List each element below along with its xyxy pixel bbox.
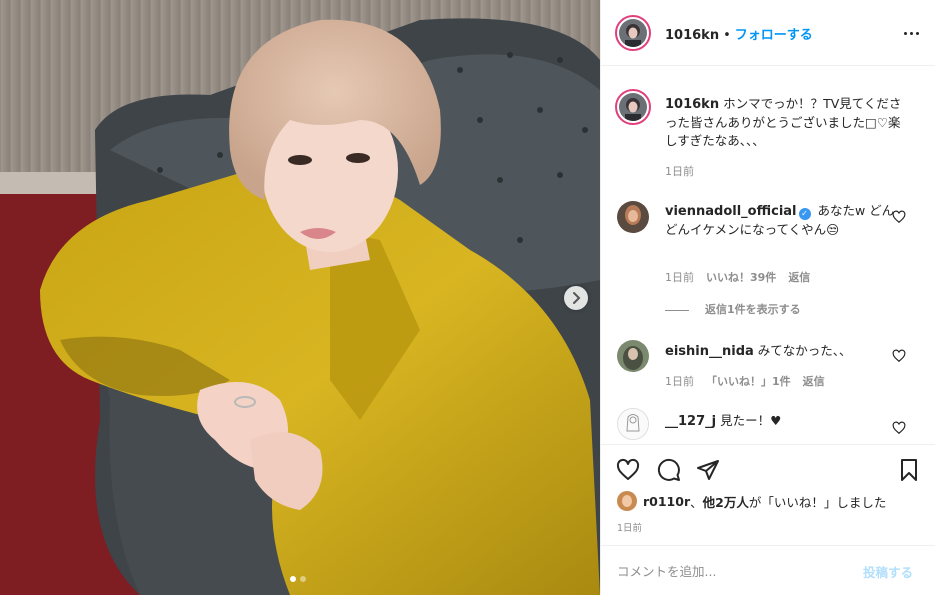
- comment-body: __127_j 見たー！♥: [665, 412, 905, 431]
- view-replies-button[interactable]: 返信1件を表示する: [665, 301, 801, 317]
- more-dot: [910, 32, 913, 35]
- caption-username[interactable]: 1016kn: [665, 97, 719, 112]
- comment-username[interactable]: viennadoll_official: [665, 204, 797, 219]
- likes-suffix: が「いいね！」しました: [748, 494, 887, 510]
- view-replies-label: 返信1件を表示する: [705, 303, 801, 316]
- comment-like-button[interactable]: [892, 420, 906, 435]
- comment-body: eishin__nida みてなかった、、: [665, 342, 905, 361]
- comment-avatar[interactable]: [617, 408, 649, 440]
- paper-plane-icon: [697, 460, 719, 480]
- commenter-avatar-image: [617, 201, 649, 233]
- carousel-dot-active: [290, 576, 296, 582]
- carousel-indicator: [290, 576, 306, 582]
- comment-item: __127_j 見たー！♥: [601, 408, 935, 444]
- author-avatar[interactable]: [615, 15, 651, 51]
- more-options-button[interactable]: [901, 25, 923, 41]
- post-photo[interactable]: [0, 0, 600, 595]
- replies-divider: [665, 309, 689, 311]
- commenter-avatar-image: [618, 409, 648, 439]
- heart-icon: [616, 458, 640, 480]
- comment-like-button[interactable]: [892, 209, 906, 224]
- author-avatar-image: [619, 19, 647, 47]
- heart-outline-icon: [892, 210, 906, 224]
- post-header: 1016kn • フォローする: [601, 0, 935, 66]
- post-image: [0, 0, 600, 595]
- add-comment-bar: 投稿する: [601, 545, 935, 596]
- save-button[interactable]: [897, 458, 921, 482]
- comment-likes[interactable]: 「いいね！」1件: [706, 375, 791, 388]
- like-button[interactable]: [616, 458, 640, 482]
- bookmark-icon: [901, 459, 917, 481]
- comment-bubble-icon: [657, 458, 680, 481]
- post-side-panel: 1016kn • フォローする 1016kn ホンマでっか！？TV見てくださった…: [600, 0, 935, 595]
- likes-others[interactable]: 他2万人: [703, 492, 749, 511]
- comment-time: 1日前: [665, 375, 694, 388]
- caption-avatar[interactable]: [615, 89, 651, 125]
- comment-like-button[interactable]: [892, 348, 906, 363]
- comment-avatar[interactable]: [617, 201, 649, 233]
- liker-avatar[interactable]: [617, 491, 637, 511]
- comment-text: みてなかった、、: [757, 343, 852, 358]
- more-dot: [916, 32, 919, 35]
- comment-username[interactable]: eishin__nida: [665, 344, 754, 359]
- liker-avatar-image: [617, 491, 637, 511]
- verified-badge-icon: ✓: [798, 208, 811, 220]
- share-button[interactable]: [696, 458, 720, 482]
- carousel-dot: [300, 576, 306, 582]
- post-actions: r0110r、他2万人が「いいね！」しました 1日前 投稿する: [601, 444, 935, 595]
- likes-connector: 、: [690, 494, 703, 510]
- post-comment-button[interactable]: 投稿する: [863, 562, 913, 581]
- caption-time: 1日前: [665, 165, 694, 178]
- comment-item: viennadoll_official ✓ あなたw どんどんイケメンになってくや…: [601, 196, 935, 296]
- comment-reply-button[interactable]: 返信: [803, 375, 825, 388]
- caption: 1016kn ホンマでっか！？TV見てくださった皆さんありがとうございました□♡…: [601, 66, 935, 178]
- likes-summary: r0110r、他2万人 が「いいね！」しました: [617, 491, 886, 511]
- comment-text: 見たー！♥: [720, 413, 782, 428]
- chevron-right-icon: [573, 292, 581, 304]
- comments-list[interactable]: 1016kn ホンマでっか！？TV見てくださった皆さんありがとうございました□♡…: [601, 66, 935, 444]
- comment-input[interactable]: [617, 561, 847, 581]
- comment-meta: 1日前 いいね！39件 返信: [665, 269, 810, 285]
- comment-body: viennadoll_official ✓ あなたw どんどんイケメンになってくや…: [665, 202, 905, 239]
- more-options-icon: [904, 32, 907, 35]
- commenter-avatar-image: [617, 340, 649, 372]
- author-username[interactable]: 1016kn: [665, 28, 719, 43]
- caption-avatar-image: [619, 93, 647, 121]
- post-time: 1日前: [617, 523, 643, 534]
- caption-body: 1016kn ホンマでっか！？TV見てくださった皆さんありがとうございました□♡…: [665, 95, 905, 150]
- comment-item: eishin__nida みてなかった、、 1日前 「いいね！」1件 返信: [601, 340, 935, 400]
- comment-button[interactable]: [657, 458, 681, 482]
- next-slide-button[interactable]: [564, 286, 588, 310]
- header-separator: •: [723, 28, 731, 43]
- header-user-line: 1016kn • フォローする: [665, 24, 813, 43]
- heart-outline-icon: [892, 421, 906, 435]
- follow-button[interactable]: フォローする: [735, 28, 813, 43]
- comment-reply-button[interactable]: 返信: [788, 271, 810, 284]
- heart-outline-icon: [892, 349, 906, 363]
- comment-time: 1日前: [665, 271, 694, 284]
- comment-username[interactable]: __127_j: [665, 414, 716, 429]
- comment-likes[interactable]: いいね！39件: [706, 271, 776, 284]
- comment-avatar[interactable]: [617, 340, 649, 372]
- liker-username[interactable]: r0110r: [643, 494, 690, 509]
- comment-meta: 1日前 「いいね！」1件 返信: [665, 373, 825, 389]
